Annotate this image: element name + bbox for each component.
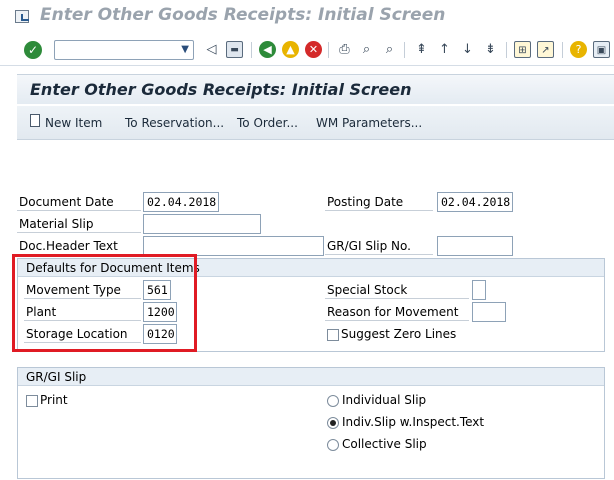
- grgi-slip-no-label: GR/GI Slip No.: [327, 239, 411, 253]
- toolbar-separator: [328, 42, 329, 58]
- last-page-icon[interactable]: ⇟: [482, 41, 499, 58]
- individual-slip-radio[interactable]: [327, 395, 339, 407]
- special-stock-field[interactable]: [472, 280, 486, 300]
- command-field[interactable]: ▼: [54, 40, 194, 60]
- reason-for-movement-label: Reason for Movement: [327, 305, 459, 319]
- collective-slip-label: Collective Slip: [342, 437, 427, 451]
- to-reservation-button[interactable]: To Reservation...: [125, 116, 224, 130]
- group-header: [18, 368, 604, 386]
- doc-header-text-field[interactable]: [143, 236, 324, 256]
- material-slip-field[interactable]: [143, 214, 261, 234]
- wm-parameters-button[interactable]: WM Parameters...: [316, 116, 422, 130]
- next-page-icon[interactable]: ↓: [459, 41, 476, 58]
- toolbar-separator: [506, 42, 507, 58]
- exit-icon[interactable]: ▲: [282, 41, 299, 58]
- print-checkbox[interactable]: [26, 395, 38, 407]
- green-back-icon[interactable]: ◀: [259, 41, 276, 58]
- window-title: Enter Other Goods Receipts: Initial Scre…: [40, 5, 446, 25]
- back-icon[interactable]: ◁: [203, 41, 220, 58]
- customize-icon[interactable]: ▣: [593, 41, 610, 58]
- indiv-slip-inspect-text-label: Indiv.Slip w.Inspect.Text: [342, 415, 485, 429]
- collective-slip-radio[interactable]: [327, 439, 339, 451]
- toolbar-separator: [562, 42, 563, 58]
- document-date-field[interactable]: 02.04.2018: [143, 192, 219, 212]
- enter-icon[interactable]: ✓: [24, 41, 42, 59]
- help-icon[interactable]: ?: [570, 41, 587, 58]
- reason-for-movement-field[interactable]: [472, 302, 506, 322]
- posting-date-field[interactable]: 02.04.2018: [437, 192, 513, 212]
- print-label: Print: [40, 393, 68, 407]
- posting-date-label: Posting Date: [327, 195, 404, 209]
- individual-slip-label: Individual Slip: [342, 393, 427, 407]
- previous-page-icon[interactable]: ↑: [436, 41, 453, 58]
- cancel-icon[interactable]: ✕: [305, 41, 322, 58]
- highlight-box: [12, 254, 197, 352]
- new-session-icon[interactable]: ↗: [537, 41, 554, 58]
- print-icon[interactable]: ⎙: [336, 41, 353, 58]
- new-document-icon: [30, 114, 40, 127]
- save-icon[interactable]: ▬: [226, 41, 243, 58]
- to-order-button[interactable]: To Order...: [237, 116, 298, 130]
- exit-menu-icon[interactable]: [15, 10, 29, 23]
- page-title: Enter Other Goods Receipts: Initial Scre…: [30, 80, 412, 99]
- special-stock-label: Special Stock: [327, 283, 408, 297]
- suggest-zero-lines-checkbox[interactable]: [327, 329, 339, 341]
- indiv-slip-inspect-text-radio[interactable]: [327, 417, 339, 429]
- doc-header-text-label: Doc.Header Text: [19, 239, 118, 253]
- toolbar-separator: [404, 42, 405, 58]
- material-slip-label: Material Slip: [19, 217, 94, 231]
- first-page-icon[interactable]: ⇞: [413, 41, 430, 58]
- grgi-slip-no-field[interactable]: [437, 236, 513, 256]
- new-item-button[interactable]: New Item: [45, 116, 102, 130]
- find-next-icon[interactable]: ⌕: [381, 41, 398, 58]
- dropdown-arrow-icon[interactable]: ▼: [181, 44, 189, 55]
- layout-icon[interactable]: ⊞: [514, 41, 531, 58]
- document-date-label: Document Date: [19, 195, 114, 209]
- toolbar-separator: [251, 42, 252, 58]
- grgi-slip-group-title: GR/GI Slip: [26, 370, 87, 384]
- find-icon[interactable]: ⌕: [358, 41, 375, 58]
- suggest-zero-lines-label: Suggest Zero Lines: [341, 327, 457, 341]
